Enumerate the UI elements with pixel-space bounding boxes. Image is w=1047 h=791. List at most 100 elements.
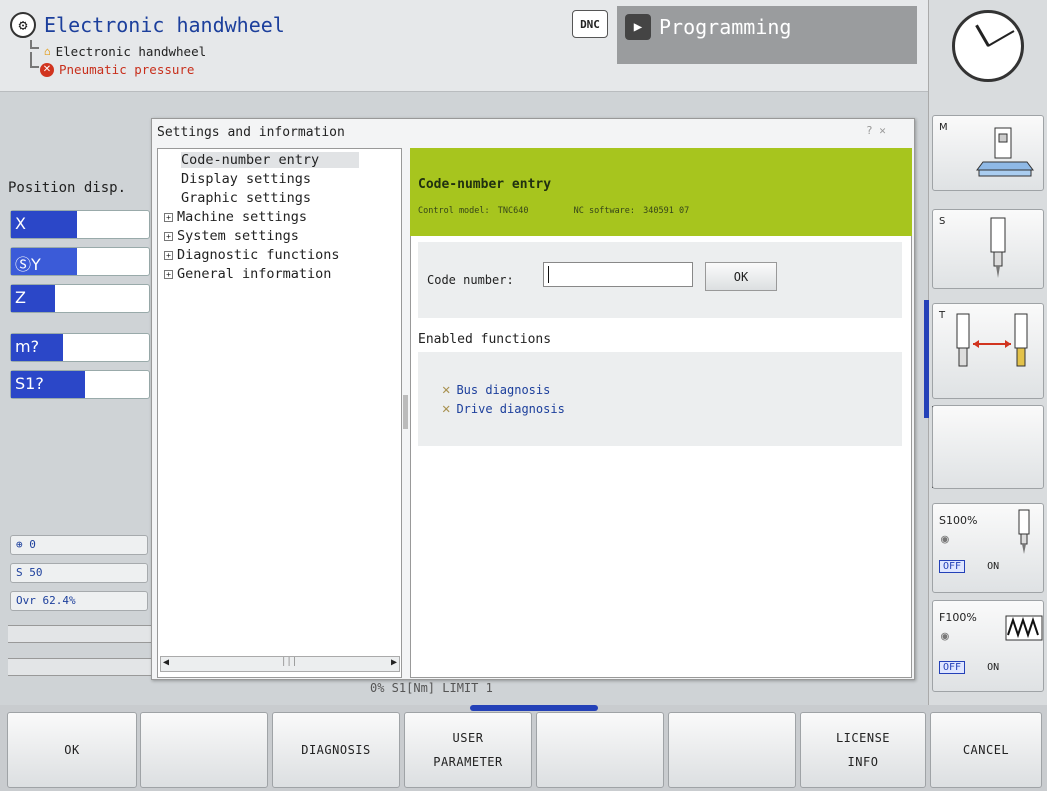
clock-hour-hand — [975, 24, 990, 47]
tree-connector — [30, 40, 39, 49]
empty-softkey[interactable] — [140, 712, 268, 788]
content-heading: Code-number entry — [418, 177, 552, 192]
text-cursor — [548, 266, 549, 283]
tree-item-graphic-settings[interactable]: Graphic settings — [181, 190, 311, 206]
feed-override-softkey[interactable]: F100% ◉ OFF ON — [932, 600, 1044, 692]
license-info-softkey[interactable]: LICENSE INFO — [800, 712, 926, 788]
m-function-softkey[interactable]: M — [932, 115, 1044, 191]
softkey-line2: INFO — [847, 755, 879, 769]
programming-mode-label: Programming — [659, 15, 792, 39]
ok-softkey[interactable]: OK — [7, 712, 137, 788]
tree-item-general-information[interactable]: + General information — [164, 266, 331, 282]
softkey-line1: USER — [452, 731, 484, 745]
enabled-function-item: ✕ Bus diagnosis — [442, 382, 550, 398]
feed-icon — [1005, 615, 1043, 641]
tree-connector — [30, 52, 39, 68]
softkey-line2: PARAMETER — [433, 755, 503, 769]
position-display-title: Position disp. — [8, 180, 127, 196]
expand-icon[interactable]: + — [164, 251, 173, 260]
empty-softkey[interactable] — [668, 712, 796, 788]
status-field: ⊕ 0 — [10, 535, 148, 555]
tree-item-label: Diagnostic functions — [177, 247, 340, 263]
s-label: S — [939, 216, 946, 227]
tree-item-label: Machine settings — [177, 209, 308, 225]
softkey-line1: OK — [64, 743, 80, 757]
sub-mode-label: Electronic handwheel — [55, 44, 207, 59]
content-header-bar — [410, 148, 912, 236]
off-button[interactable]: OFF — [939, 661, 966, 674]
cancel-softkey[interactable]: CANCEL — [930, 712, 1042, 788]
error-message: Pneumatic pressure — [59, 62, 195, 77]
progress-scale — [8, 625, 158, 643]
axis-z-row: Z — [10, 284, 150, 313]
programming-mode-title: ▶ Programming — [625, 14, 791, 40]
scroll-left-icon[interactable]: ◀ — [163, 657, 169, 668]
enabled-function-item: ✕ Drive diagnosis — [442, 401, 565, 417]
clock-minute-hand — [987, 30, 1015, 47]
axis-y-row: ⓈY — [10, 247, 150, 276]
diagnosis-softkey[interactable]: DIAGNOSIS — [272, 712, 400, 788]
override-dial-icon: ◉ — [941, 629, 949, 644]
tree-item-machine-settings[interactable]: + Machine settings — [164, 209, 307, 225]
scroll-right-icon[interactable]: ▶ — [391, 657, 397, 668]
operating-mode-title: ⚙ Electronic handwheel — [10, 12, 285, 38]
control-info: Control model: TNC640 NC software: 34059… — [418, 206, 689, 216]
machine-table-icon — [976, 127, 1034, 177]
user-parameter-softkey[interactable]: USER PARAMETER — [404, 712, 532, 788]
tree-item-diagnostic-functions[interactable]: + Diagnostic functions — [164, 247, 340, 263]
axis-label: S1? — [11, 371, 85, 398]
axis-label: X — [11, 211, 77, 238]
enabled-functions-title: Enabled functions — [418, 332, 552, 347]
s-function-softkey[interactable]: S — [932, 209, 1044, 289]
t-function-softkey[interactable]: T — [932, 303, 1044, 399]
spindle-m-row: m? — [10, 333, 150, 362]
off-button[interactable]: OFF — [939, 560, 966, 573]
m-label: M — [939, 122, 948, 133]
spindle-icon — [990, 217, 1006, 278]
nc-software-label: NC software: — [573, 206, 636, 216]
spindle-override-softkey[interactable]: S100% ◉ OFF ON — [932, 503, 1044, 593]
tree-item-code-number-entry[interactable]: Code-number entry — [181, 152, 359, 168]
enabled-function-label: Bus diagnosis — [456, 383, 551, 397]
handwheel-mode-icon: ⚙ — [10, 12, 36, 38]
on-label[interactable]: ON — [987, 561, 999, 572]
tree-horizontal-scrollbar[interactable]: ◀ ||| ▶ — [160, 656, 400, 672]
code-number-input[interactable] — [543, 262, 693, 287]
softkey-page-indicator — [470, 705, 598, 711]
status-field: Ovr 62.4% — [10, 591, 148, 611]
on-label[interactable]: ON — [987, 662, 999, 673]
tree-item-display-settings[interactable]: Display settings — [181, 171, 311, 187]
code-number-label: Code number: — [427, 273, 514, 287]
active-softkey-indicator — [924, 300, 929, 418]
dialog-help-close-icons[interactable]: ? ✕ — [866, 124, 886, 137]
error-row[interactable]: ✕ Pneumatic pressure — [40, 62, 194, 77]
tree-item-label: General information — [177, 266, 332, 282]
expand-icon[interactable]: + — [164, 213, 173, 222]
spindle-icon — [1018, 509, 1030, 554]
empty-softkey[interactable] — [536, 712, 664, 788]
feed-override-label: F100% — [939, 611, 977, 624]
code-ok-button[interactable]: OK — [705, 262, 777, 291]
splitter-handle[interactable] — [403, 395, 408, 429]
enabled-functions-panel — [418, 352, 902, 446]
spindle-override-label: S100% — [939, 514, 978, 527]
dialog-title: Settings and information — [157, 125, 345, 140]
axis-label: m? — [11, 334, 63, 361]
tools-icon: ✕ — [442, 401, 451, 417]
scroll-thumb-icon[interactable]: ||| — [281, 657, 297, 667]
empty-vertical-softkey[interactable] — [932, 405, 1044, 489]
sub-mode-row: ⌂ Electronic handwheel — [44, 44, 206, 59]
clock-icon — [952, 10, 1024, 82]
spindle-override-switch[interactable]: OFF ON — [939, 560, 999, 573]
nc-software-value: 340591 07 — [643, 206, 690, 216]
enabled-function-label: Drive diagnosis — [456, 402, 565, 416]
tree-item-label: System settings — [177, 228, 299, 244]
softkey-line1: CANCEL — [962, 743, 1010, 757]
status-line: 0% S1[Nm] LIMIT 1 — [370, 681, 493, 695]
axis-label: ⓈY — [11, 248, 77, 275]
tree-item-system-settings[interactable]: + System settings — [164, 228, 299, 244]
operating-mode-label: Electronic handwheel — [44, 13, 285, 37]
expand-icon[interactable]: + — [164, 270, 173, 279]
feed-override-switch[interactable]: OFF ON — [939, 661, 999, 674]
expand-icon[interactable]: + — [164, 232, 173, 241]
